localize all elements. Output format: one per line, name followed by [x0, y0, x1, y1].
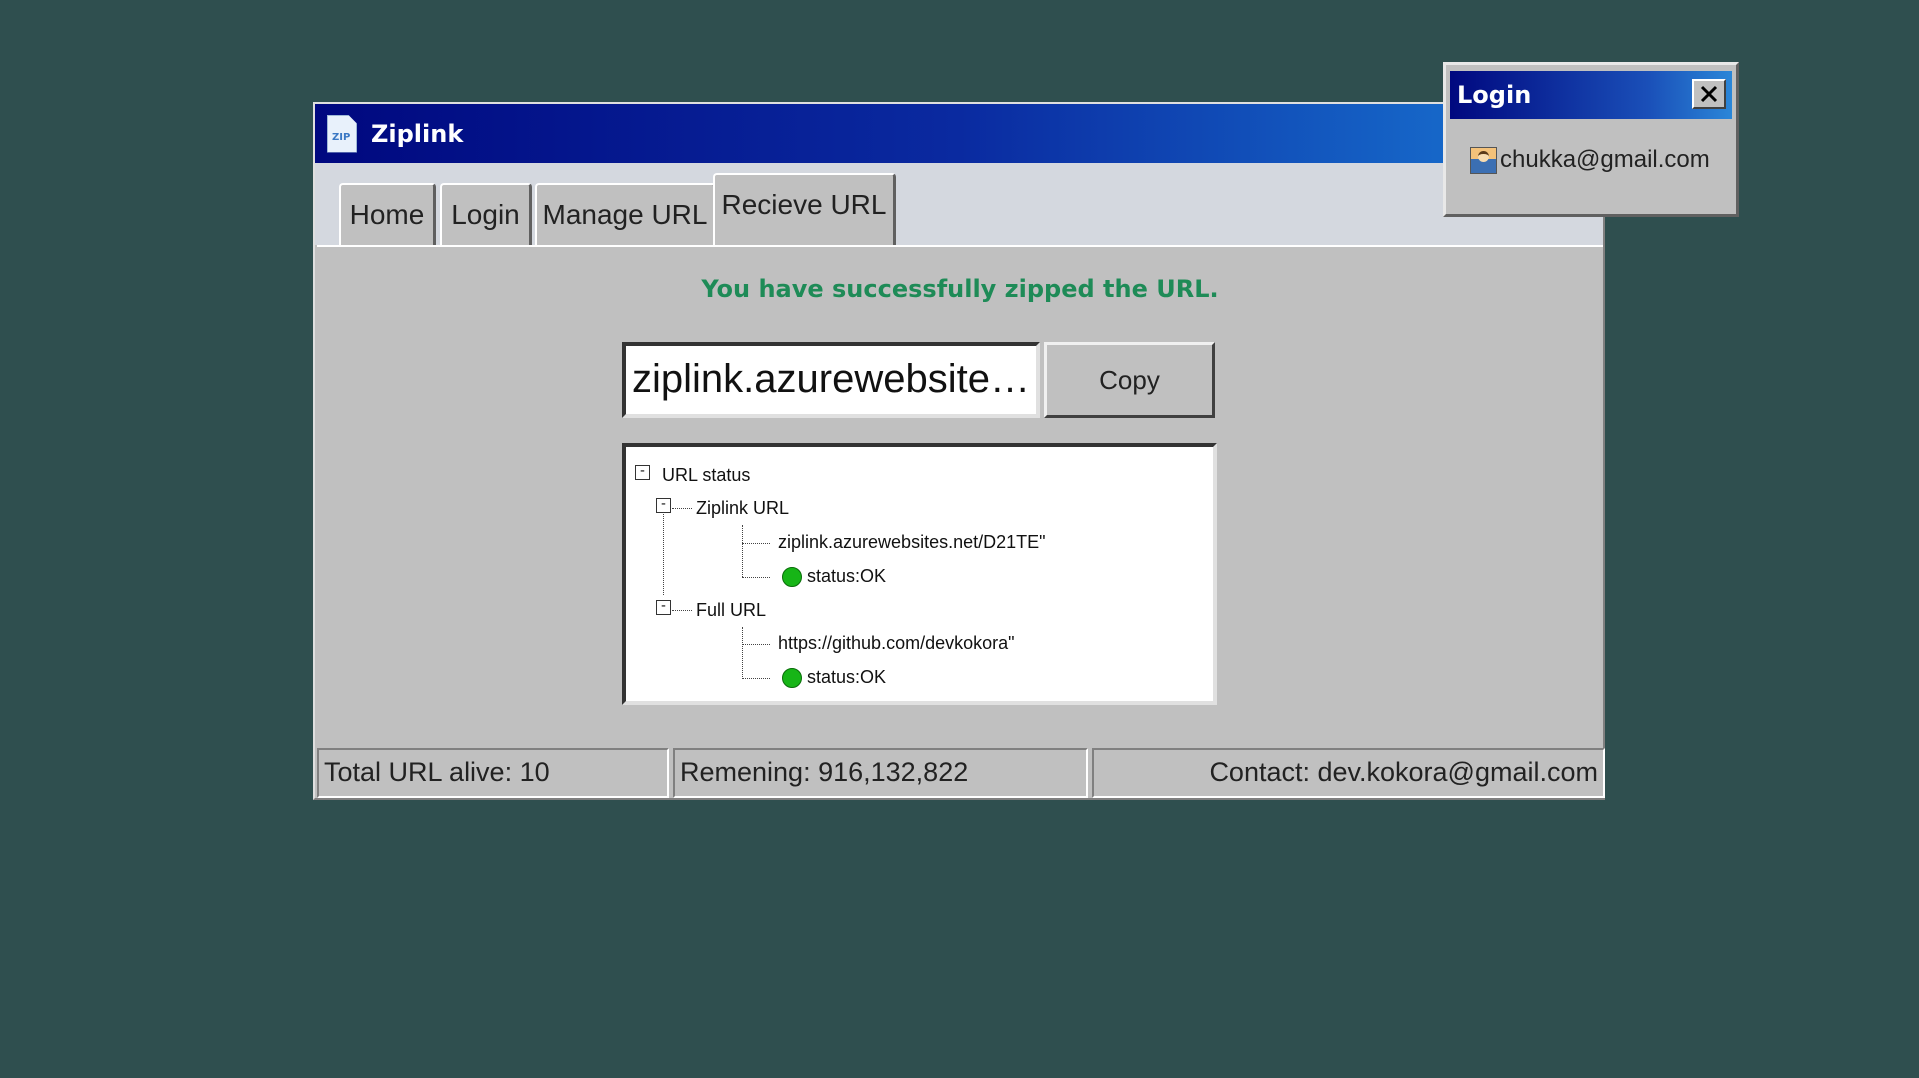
collapse-icon[interactable]: -: [656, 599, 671, 615]
tree-connector: [742, 644, 770, 645]
login-titlebar[interactable]: Login: [1450, 71, 1732, 119]
tree-root-label[interactable]: URL status: [662, 465, 750, 486]
tab-manage-url[interactable]: Manage URL: [535, 183, 716, 245]
status-ok-icon: [782, 567, 802, 587]
contact-info: Contact: dev.kokora@gmail.com: [1092, 748, 1605, 798]
login-title: Login: [1457, 81, 1532, 109]
status-ok-icon: [782, 668, 802, 688]
tab-home[interactable]: Home: [339, 183, 436, 245]
short-url-field[interactable]: ziplink.azurewebsites.net/D21TE": [622, 342, 1040, 418]
remaining-count: Remening: 916,132,822: [673, 748, 1088, 798]
tab-recieve-url[interactable]: Recieve URL: [713, 173, 896, 245]
total-url-alive: Total URL alive: 10: [317, 748, 669, 798]
tree-node-full-url[interactable]: Full URL: [696, 600, 766, 621]
success-message: You have successfully zipped the URL.: [701, 275, 1219, 303]
avatar-icon: [1470, 146, 1497, 174]
window-title: Ziplink: [371, 119, 464, 148]
tree-leaf-ziplink-status[interactable]: status:OK: [807, 566, 886, 587]
login-popup: Login chukka@gmail.com: [1443, 62, 1739, 217]
status-bar: Total URL alive: 10 Remening: 916,132,82…: [317, 748, 1605, 798]
zip-icon-label: ZIP: [332, 131, 351, 143]
zip-file-icon: ZIP: [327, 114, 357, 153]
window-titlebar[interactable]: ZIP Ziplink: [315, 104, 1603, 163]
tree-connector: [742, 678, 770, 679]
tree-connector: [742, 627, 743, 679]
tree-connector: [663, 505, 664, 595]
tab-login[interactable]: Login: [440, 183, 532, 245]
close-button[interactable]: [1692, 79, 1726, 109]
tree-connector: [742, 525, 743, 577]
collapse-icon[interactable]: -: [656, 497, 671, 513]
logged-in-user: chukka@gmail.com: [1470, 146, 1710, 174]
url-status-tree: - URL status - Ziplink URL ziplink.azure…: [622, 443, 1217, 705]
tree-connector: [672, 508, 692, 509]
tree-leaf-full-status[interactable]: status:OK: [807, 667, 886, 688]
tree-node-ziplink-url[interactable]: Ziplink URL: [696, 498, 789, 519]
ziplink-window: ZIP Ziplink Home Login Manage URL Reciev…: [313, 102, 1605, 800]
close-icon: [1700, 85, 1718, 103]
tree-connector: [742, 577, 770, 578]
tab-strip: Home Login Manage URL Recieve URL: [315, 163, 1603, 245]
collapse-icon[interactable]: -: [635, 464, 650, 480]
tree-connector: [742, 543, 770, 544]
user-email: chukka@gmail.com: [1500, 146, 1710, 173]
recieve-url-panel: You have successfully zipped the URL. zi…: [317, 245, 1605, 798]
tree-leaf-ziplink-value[interactable]: ziplink.azurewebsites.net/D21TE": [778, 532, 1046, 553]
copy-button[interactable]: Copy: [1044, 342, 1215, 418]
tree-connector: [672, 610, 692, 611]
tree-leaf-full-value[interactable]: https://github.com/devkokora": [778, 633, 1015, 654]
desktop: ZIP Ziplink Home Login Manage URL Reciev…: [0, 0, 1919, 1078]
